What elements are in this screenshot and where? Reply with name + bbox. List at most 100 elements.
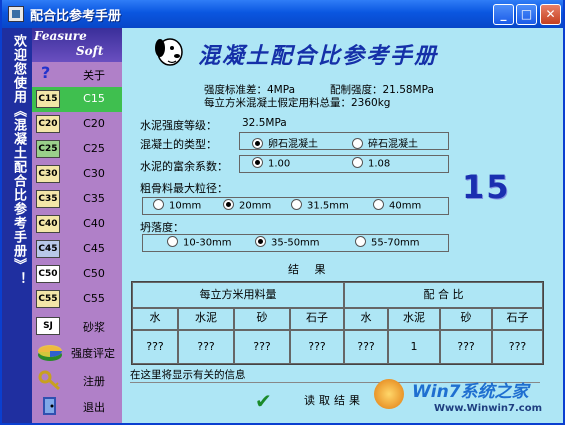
col-header: 砂 (234, 308, 290, 330)
cement-grade-label: 水泥强度等级： (140, 119, 217, 132)
minimize-button[interactable]: _ (493, 4, 514, 25)
menu-item-c25[interactable]: C25 C25 (32, 137, 122, 162)
menu-item-mortar[interactable]: SJ 砂浆 (32, 314, 122, 339)
menu-item-label: C55 (83, 292, 105, 305)
radio-circle (352, 137, 363, 149)
radio-agg-10mm[interactable]: 10mm (153, 199, 202, 212)
radio-slump-10-30[interactable]: 10-30mm (167, 236, 232, 249)
menu-item-register[interactable]: 注册 (32, 368, 122, 393)
c30-icon: C30 (36, 165, 60, 183)
radio-agg-20mm[interactable]: 20mm (223, 199, 272, 212)
slump-label: 坍落度： (140, 221, 184, 234)
key-icon (38, 370, 61, 391)
watermark-url: Www.Winwin7.com (434, 403, 543, 414)
menu-item-c35[interactable]: C35 C35 (32, 187, 122, 212)
radio-circle (373, 199, 384, 210)
watermark-logo-icon (374, 379, 404, 409)
radio-slump-55-70[interactable]: 55-70mm (355, 236, 420, 249)
exit-icon (43, 397, 56, 415)
result-value: ??? (492, 330, 543, 364)
radio-pebble-concrete[interactable]: 卵石混凝土 (252, 135, 318, 150)
col-header: 水泥 (388, 308, 440, 330)
c35-icon: C35 (36, 190, 60, 208)
slump-group: 10-30mm 35-50mm 55-70mm (142, 234, 449, 252)
menu-item-c15[interactable]: C15 C15 (32, 87, 122, 112)
result-value: ??? (440, 330, 492, 364)
menu-item-about[interactable]: ? 关于 (32, 62, 122, 87)
radio-circle (291, 199, 302, 210)
help-icon: ? (41, 63, 51, 82)
radio-circle (167, 236, 178, 247)
surplus-coef-group: 1.00 1.08 (239, 155, 449, 173)
close-button[interactable]: ✕ (540, 4, 561, 25)
window-title: 配合比参考手册 (30, 9, 122, 24)
c50-icon: C50 (36, 265, 60, 283)
c25-icon: C25 (36, 140, 60, 158)
title-bar[interactable]: 配合比参考手册 _ □ ✕ (2, 0, 563, 28)
c40-icon: C40 (36, 215, 60, 233)
radio-circle (153, 199, 164, 210)
radio-circle (255, 236, 266, 247)
menu-item-c40[interactable]: C40 C40 (32, 212, 122, 237)
page-title: 混凝土配合比参考手册 (198, 43, 439, 69)
pie-chart-icon (38, 345, 62, 361)
maximize-button[interactable]: □ (516, 4, 537, 25)
dog-mascot-icon (155, 38, 183, 66)
col-header: 水泥 (178, 308, 234, 330)
watermark: Win7系统之家 Www.Winwin7.com (374, 373, 563, 423)
menu-item-strength-eval[interactable]: 强度评定 (32, 340, 122, 365)
menu-item-exit[interactable]: 退出 (32, 394, 122, 419)
brand-logo: Feasure Soft (32, 28, 122, 62)
menu-item-label: C50 (83, 267, 105, 280)
cement-grade-value: 32.5MPa (242, 117, 287, 129)
menu-item-c50[interactable]: C50 C50 (32, 262, 122, 287)
radio-label: 10mm (169, 200, 202, 212)
menu-item-c30[interactable]: C30 C30 (32, 162, 122, 187)
c15-icon: C15 (36, 90, 60, 108)
menu-item-label: C25 (83, 142, 105, 155)
menu-item-label: C40 (83, 217, 105, 230)
group-header-ratio: 配 合 比 (344, 282, 543, 308)
group-header-usage: 每立方米用料量 (132, 282, 344, 308)
aggregate-size-group: 10mm 20mm 31.5mm 40mm (142, 197, 449, 215)
col-header: 水 (132, 308, 178, 330)
menu-item-label: 强度评定 (71, 347, 115, 360)
radio-label: 20mm (239, 200, 272, 212)
radio-label: 1.08 (368, 158, 391, 170)
radio-label: 卵石混凝土 (268, 139, 318, 150)
radio-label: 碎石混凝土 (368, 139, 418, 150)
app-icon[interactable] (8, 6, 24, 22)
read-results-button[interactable]: 读取结果 (304, 392, 364, 408)
menu-item-c45[interactable]: C45 C45 (32, 237, 122, 262)
radio-agg-31-5mm[interactable]: 31.5mm (291, 199, 349, 212)
menu-item-label: 关于 (83, 69, 105, 82)
result-value: ??? (234, 330, 290, 364)
c20-icon: C20 (36, 115, 60, 133)
col-header: 水 (344, 308, 388, 330)
watermark-brand: Win7系统之家 (412, 382, 529, 402)
menu-item-c20[interactable]: C20 C20 (32, 112, 122, 137)
radio-label: 1.00 (268, 158, 291, 170)
menu-item-label: 砂浆 (83, 321, 105, 334)
welcome-banner: 欢迎您使用《混凝土配合比参考手册》！ (2, 28, 32, 423)
checkmark-icon[interactable]: ✔ (255, 389, 272, 413)
menu-item-label: 退出 (83, 401, 105, 414)
radio-agg-40mm[interactable]: 40mm (373, 199, 422, 212)
menu-item-label: C45 (83, 242, 105, 255)
radio-surplus-1-08[interactable]: 1.08 (352, 157, 391, 170)
radio-gravel-concrete[interactable]: 碎石混凝土 (352, 135, 418, 150)
col-header: 石子 (492, 308, 543, 330)
result-value: ??? (132, 330, 178, 364)
radio-label: 40mm (389, 200, 422, 212)
menu-item-c55[interactable]: C55 C55 (32, 287, 122, 312)
radio-label: 31.5mm (307, 200, 349, 212)
grade-display: 15 (462, 168, 511, 206)
results-table: 每立方米用料量 配 合 比 水 水泥 砂 石子 水 水泥 砂 石子 ??? ??… (131, 281, 544, 365)
radio-surplus-1-00[interactable]: 1.00 (252, 157, 291, 170)
radio-slump-35-50[interactable]: 35-50mm (255, 236, 320, 249)
results-title: 结 果 (288, 263, 332, 276)
radio-circle (223, 199, 234, 210)
logo-line2: Soft (76, 44, 104, 58)
result-value: ??? (178, 330, 234, 364)
radio-circle (355, 236, 366, 247)
